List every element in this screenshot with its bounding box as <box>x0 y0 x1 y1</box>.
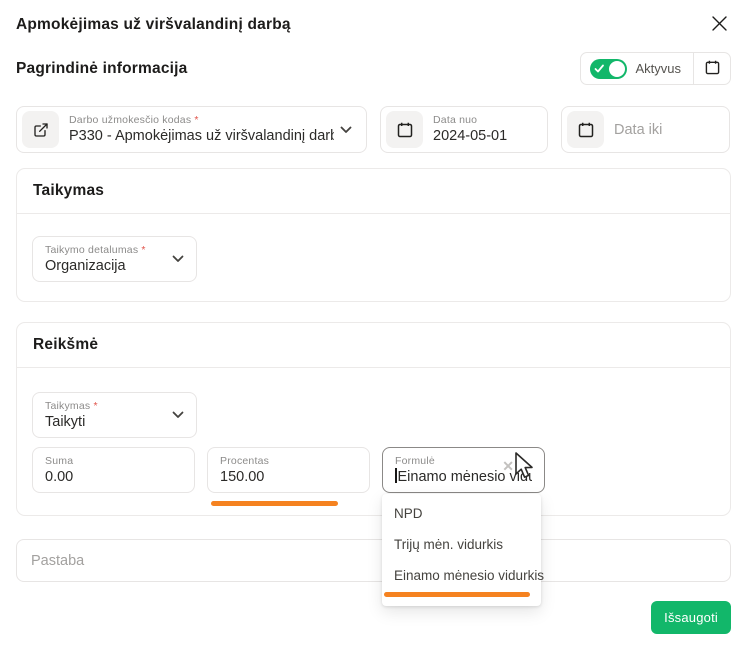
close-icon <box>711 15 728 35</box>
chevron-down-icon <box>172 406 184 424</box>
taikymas-label: Taikymas * <box>45 400 98 413</box>
modal-title: Apmokėjimas už viršvalandinį darbą <box>16 13 291 34</box>
reiksme-section: Reikšmė Taikymas * Taikyti Suma 0.00 Pro… <box>16 322 731 516</box>
pastaba-placeholder: Pastaba <box>31 553 84 569</box>
taikymas-title: Taikymas <box>17 169 730 214</box>
taikymas-select[interactable]: Taikymas * Taikyti <box>32 392 197 438</box>
salary-code-label: Darbo užmokesčio kodas * <box>69 114 334 127</box>
history-calendar-button[interactable] <box>694 53 730 84</box>
required-asterisk: * <box>93 400 97 412</box>
procentas-highlight-underline <box>211 501 338 506</box>
active-toggle-card: Aktyvus <box>580 52 731 85</box>
calendar-icon <box>705 60 720 78</box>
taikymo-detalumas-select[interactable]: Taikymo detalumas * Organizacija <box>32 236 197 282</box>
clear-icon[interactable]: ✕ <box>502 459 514 473</box>
procentas-field[interactable]: Procentas 150.00 <box>207 447 370 493</box>
text-caret <box>395 468 397 483</box>
menu-item-einamo-menesio-vidurkis[interactable]: Einamo mėnesio vidurkis <box>382 560 541 591</box>
required-asterisk: * <box>141 244 145 256</box>
procentas-label: Procentas <box>220 455 357 468</box>
main-info-header: Pagrindinė informacija Aktyvus <box>16 52 731 85</box>
calendar-icon <box>386 111 423 148</box>
suma-field[interactable]: Suma 0.00 <box>32 447 195 493</box>
main-info-title: Pagrindinė informacija <box>16 60 188 78</box>
pastaba-input[interactable]: Pastaba <box>16 539 731 582</box>
formule-dropdown-menu: NPD Trijų mėn. vidurkis Einamo mėnesio v… <box>382 494 541 606</box>
check-icon <box>594 64 605 74</box>
date-from-label: Data nuo <box>433 114 542 127</box>
date-from-field[interactable]: Data nuo 2024-05-01 <box>380 106 548 153</box>
calendar-icon <box>567 111 604 148</box>
modal-header: Apmokėjimas už viršvalandinį darbą <box>16 13 731 37</box>
active-toggle-label: Aktyvus <box>635 61 681 76</box>
toggle-on-switch[interactable] <box>590 59 627 79</box>
toggle-knob <box>609 61 625 77</box>
taikymas-section: Taikymas Taikymo detalumas * Organizacij… <box>16 168 731 302</box>
active-toggle[interactable]: Aktyvus <box>581 53 693 84</box>
chevron-down-icon <box>172 250 184 268</box>
required-asterisk: * <box>194 114 198 126</box>
overtime-pay-modal: Apmokėjimas už viršvalandinį darbą Pagri… <box>0 0 747 647</box>
taikymo-detalumas-label: Taikymo detalumas * <box>45 244 146 257</box>
menu-item-npd[interactable]: NPD <box>382 498 541 529</box>
salary-code-value: P330 - Apmokėjimas už viršvalandinį darb… <box>69 127 334 145</box>
salary-code-select[interactable]: Darbo užmokesčio kodas * P330 - Apmokėji… <box>16 106 367 153</box>
taikymas-value: Taikyti <box>45 413 98 431</box>
formule-field[interactable]: Formulė Einamo mėnesio vidurkis ✕ <box>382 447 545 493</box>
save-button[interactable]: Išsaugoti <box>651 601 731 634</box>
date-to-placeholder: Data iki <box>614 121 724 139</box>
suma-label: Suma <box>45 455 182 468</box>
close-button[interactable] <box>707 13 731 37</box>
external-link-icon[interactable] <box>22 111 59 148</box>
suma-value: 0.00 <box>45 468 182 486</box>
chevron-down-icon <box>340 121 352 139</box>
date-from-value: 2024-05-01 <box>433 127 542 145</box>
menu-item-triju-men-vidurkis[interactable]: Trijų mėn. vidurkis <box>382 529 541 560</box>
modal-footer: Išsaugoti <box>16 601 731 634</box>
date-to-field[interactable]: Data iki <box>561 106 730 153</box>
menu-highlight-underline <box>384 592 530 597</box>
procentas-value: 150.00 <box>220 468 357 486</box>
top-fields-row: Darbo užmokesčio kodas * P330 - Apmokėji… <box>16 106 731 153</box>
reiksme-title: Reikšmė <box>17 323 730 368</box>
value-fields-row: Suma 0.00 Procentas 150.00 Formulė Einam… <box>32 447 715 493</box>
taikymo-detalumas-value: Organizacija <box>45 257 146 275</box>
